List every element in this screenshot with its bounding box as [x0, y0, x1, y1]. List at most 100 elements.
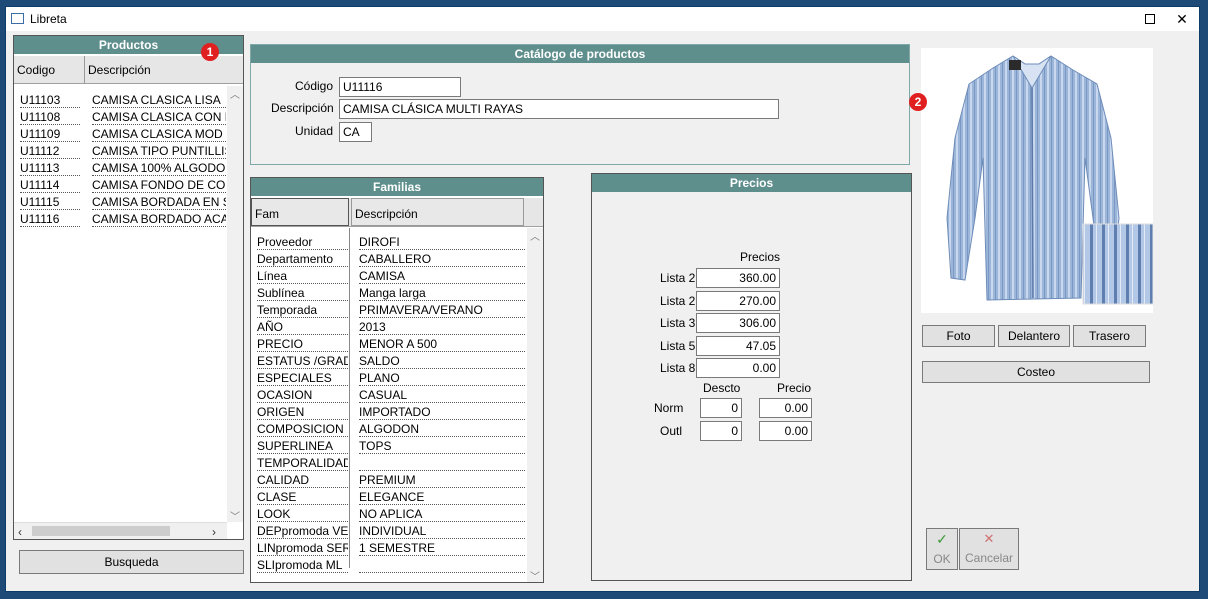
costeo-button[interactable]: Costeo [922, 361, 1150, 383]
familias-vscroll[interactable]: ︿ ﹀ [527, 228, 543, 583]
maximize-icon [1145, 14, 1155, 24]
codigo-field[interactable]: U11116 [339, 77, 461, 97]
close-button[interactable]: ✕ [1168, 9, 1196, 29]
producto-codigo[interactable]: U11116 [20, 211, 80, 227]
lista-precio-field[interactable]: 270.00 [696, 290, 780, 311]
producto-codigo[interactable]: U11109 [20, 126, 80, 142]
familia-fam[interactable]: LOOK [257, 506, 348, 522]
producto-codigo[interactable]: U11114 [20, 177, 80, 193]
productos-hscroll[interactable]: ‹ › [14, 522, 227, 539]
familia-descripcion[interactable]: IMPORTADO [359, 404, 525, 420]
lista-label: Lista 8 [660, 361, 696, 375]
norm-descto-field[interactable]: 0 [700, 398, 742, 418]
lista-precio-field[interactable]: 0.00 [696, 358, 780, 378]
delantero-button[interactable]: Delantero [998, 325, 1070, 347]
producto-descripcion[interactable]: CAMISA CLASICA MOD T [92, 126, 226, 142]
producto-descripcion[interactable]: CAMISA FONDO DE COLC [92, 177, 226, 193]
familia-fam[interactable]: OCASION [257, 387, 348, 403]
familia-descripcion[interactable]: ELEGANCE [359, 489, 525, 505]
foto-button[interactable]: Foto [922, 325, 995, 347]
familia-fam[interactable]: TEMPORALIDAD [257, 455, 348, 471]
familia-descripcion[interactable] [359, 557, 525, 573]
familia-fam[interactable]: ESPECIALES [257, 370, 348, 386]
familia-descripcion[interactable]: Manga larga [359, 285, 525, 301]
producto-codigo[interactable]: U11108 [20, 109, 80, 125]
precios-panel: Precios Precios Lista 2 360.00 Lista 2 270.… [591, 173, 912, 581]
familia-fam[interactable]: CLASE [257, 489, 348, 505]
col-fam-descripcion[interactable]: Descripción [351, 198, 524, 226]
productos-vscroll[interactable]: ︿ ﹀ [227, 86, 243, 523]
familia-fam[interactable]: CALIDAD [257, 472, 348, 488]
familia-fam[interactable]: DEPpromoda VEI [257, 523, 348, 539]
familia-descripcion[interactable] [359, 455, 525, 471]
familia-fam[interactable]: SLIpromoda ML [257, 557, 348, 573]
col-codigo[interactable]: Codigo [14, 56, 85, 83]
familia-descripcion[interactable]: CASUAL [359, 387, 525, 403]
col-fam[interactable]: Fam [251, 198, 349, 226]
familia-descripcion[interactable]: CABALLERO [359, 251, 525, 267]
outl-descto-field[interactable]: 0 [700, 421, 742, 441]
familia-descripcion[interactable]: DIROFI [359, 234, 525, 250]
producto-descripcion[interactable]: CAMISA BORDADO ACAN [92, 211, 226, 227]
familia-descripcion[interactable]: PRIMAVERA/VERANO [359, 302, 525, 318]
familia-fam[interactable]: Departamento [257, 251, 348, 267]
lista-precio-field[interactable]: 47.05 [696, 335, 780, 356]
familia-fam[interactable]: ESTATUS /GRADO [257, 353, 348, 369]
familias-header: Familias [251, 178, 543, 196]
close-icon: ✕ [1176, 11, 1188, 27]
familia-descripcion[interactable]: PREMIUM [359, 472, 525, 488]
badge-2: 2 [909, 93, 927, 111]
outl-precio-field[interactable]: 0.00 [759, 421, 812, 441]
familia-descripcion[interactable]: ALGODON [359, 421, 525, 437]
producto-descripcion[interactable]: CAMISA 100% ALGODON [92, 160, 226, 176]
producto-descripcion[interactable]: CAMISA BORDADA EN SE [92, 194, 226, 210]
familia-descripcion[interactable]: INDIVIDUAL [359, 523, 525, 539]
producto-codigo[interactable]: U11112 [20, 143, 80, 159]
familia-descripcion[interactable]: MENOR A 500 [359, 336, 525, 352]
fam-scroll-down-icon[interactable]: ﹀ [530, 568, 540, 583]
familia-fam[interactable]: SUPERLINEA [257, 438, 348, 454]
lista-precio-field[interactable]: 360.00 [696, 268, 780, 288]
familia-fam[interactable]: AÑO [257, 319, 348, 335]
familia-fam[interactable]: ORIGEN [257, 404, 348, 420]
producto-codigo[interactable]: U11113 [20, 160, 80, 176]
busqueda-button[interactable]: Busqueda [19, 550, 244, 574]
familia-fam[interactable]: Temporada [257, 302, 348, 318]
familia-fam[interactable]: Proveedor [257, 234, 348, 250]
producto-codigo[interactable]: U11115 [20, 194, 80, 210]
familia-descripcion[interactable]: NO APLICA [359, 506, 525, 522]
fam-scroll-up-icon[interactable]: ︿ [530, 228, 540, 243]
descripcion-field[interactable]: CAMISA CLÁSICA MULTI RAYAS [339, 99, 779, 119]
hscroll-thumb[interactable] [32, 526, 170, 536]
familia-descripcion[interactable]: 1 SEMESTRE [359, 540, 525, 556]
producto-descripcion[interactable]: CAMISA TIPO PUNTILLISI [92, 143, 226, 159]
familias-grid-header: Fam Descripción [251, 198, 543, 227]
producto-descripcion[interactable]: CAMISA CLASICA CON B [92, 109, 226, 125]
familia-fam[interactable]: Sublínea [257, 285, 348, 301]
col-descripcion[interactable]: Descripción [85, 56, 243, 83]
descripcion-label: Descripción [271, 101, 334, 115]
familia-fam[interactable]: PRECIO [257, 336, 348, 352]
badge-1: 1 [201, 43, 219, 61]
producto-codigo[interactable]: U11103 [20, 92, 80, 108]
lista-precio-field[interactable]: 306.00 [696, 313, 780, 333]
scroll-down-icon[interactable]: ﹀ [230, 508, 240, 523]
familia-fam[interactable]: Línea [257, 268, 348, 284]
familia-descripcion[interactable]: PLANO [359, 370, 525, 386]
scroll-left-icon[interactable]: ‹ [18, 525, 22, 539]
familia-descripcion[interactable]: CAMISA [359, 268, 525, 284]
scroll-up-icon[interactable]: ︿ [230, 86, 240, 101]
maximize-button[interactable] [1136, 9, 1164, 29]
trasero-button[interactable]: Trasero [1073, 325, 1146, 347]
familia-descripcion[interactable]: SALDO [359, 353, 525, 369]
norm-precio-field[interactable]: 0.00 [759, 398, 812, 418]
producto-descripcion[interactable]: CAMISA CLASICA LISA [92, 92, 226, 108]
cancelar-button[interactable]: ✕ Cancelar [959, 528, 1019, 570]
ok-button[interactable]: ✓ OK [926, 528, 958, 570]
familia-descripcion[interactable]: 2013 [359, 319, 525, 335]
familia-fam[interactable]: LINpromoda SER [257, 540, 348, 556]
familia-descripcion[interactable]: TOPS [359, 438, 525, 454]
unidad-field[interactable]: CA [339, 122, 372, 142]
familia-fam[interactable]: COMPOSICION [257, 421, 348, 437]
scroll-right-icon[interactable]: › [212, 525, 216, 539]
